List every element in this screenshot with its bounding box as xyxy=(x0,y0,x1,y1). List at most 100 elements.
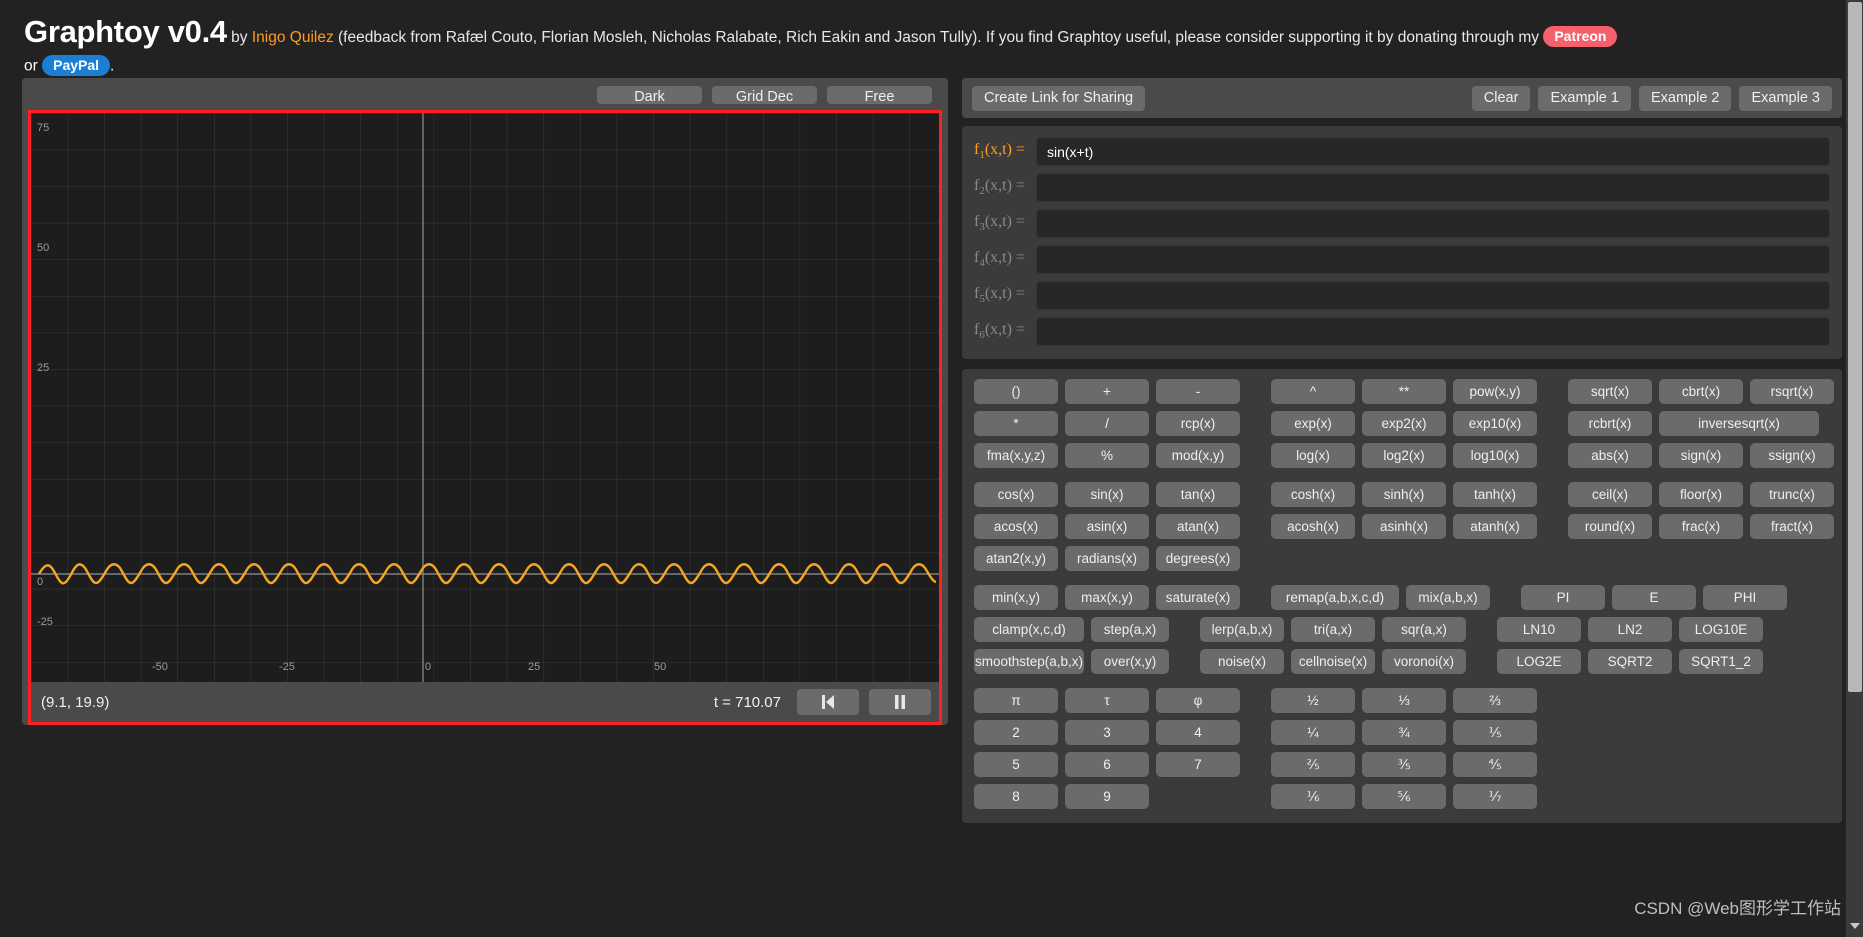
paypal-button[interactable]: PayPal xyxy=(42,54,111,76)
keypad-button-lerpabx[interactable]: lerp(a,b,x) xyxy=(1200,617,1284,642)
keypad-button-[interactable]: ½ xyxy=(1271,688,1355,713)
keypad-button-stepax[interactable]: step(a,x) xyxy=(1091,617,1169,642)
keypad-button-SQRT1_2[interactable]: SQRT1_2 xyxy=(1679,649,1763,674)
keypad-button-8[interactable]: 8 xyxy=(974,784,1058,809)
keypad-button-overxy[interactable]: over(x,y) xyxy=(1091,649,1169,674)
pause-button[interactable] xyxy=(869,689,931,715)
keypad-button-sqrtx[interactable]: sqrt(x) xyxy=(1568,379,1652,404)
keypad-button-[interactable]: ⅐ xyxy=(1453,784,1537,809)
author-link[interactable]: Inigo Quilez xyxy=(252,29,334,46)
keypad-button-3[interactable]: 3 xyxy=(1065,720,1149,745)
theme-toggle-button[interactable]: Dark xyxy=(597,86,702,105)
keypad-button-acosx[interactable]: acos(x) xyxy=(974,514,1058,539)
keypad-button-modxy[interactable]: mod(x,y) xyxy=(1156,443,1240,468)
keypad-button-[interactable]: φ xyxy=(1156,688,1240,713)
keypad-button-floorx[interactable]: floor(x) xyxy=(1659,482,1743,507)
keypad-button-sinx[interactable]: sin(x) xyxy=(1065,482,1149,507)
example-2-button[interactable]: Example 2 xyxy=(1638,85,1732,111)
keypad-button-mixabx[interactable]: mix(a,b,x) xyxy=(1406,585,1490,610)
graph-canvas[interactable]: 75 50 25 0 -25 -50 -25 0 25 50 (9.1, 19.… xyxy=(28,110,942,725)
example-3-button[interactable]: Example 3 xyxy=(1739,85,1832,111)
keypad-button-rsqrtx[interactable]: rsqrt(x) xyxy=(1750,379,1834,404)
keypad-button-[interactable]: ⅕ xyxy=(1453,720,1537,745)
keypad-button-truncx[interactable]: trunc(x) xyxy=(1750,482,1834,507)
keypad-button-[interactable]: ⅘ xyxy=(1453,752,1537,777)
keypad-button-[interactable]: ⅔ xyxy=(1453,688,1537,713)
keypad-button-[interactable]: ⅙ xyxy=(1271,784,1355,809)
keypad-button-LOG2E[interactable]: LOG2E xyxy=(1497,649,1581,674)
keypad-button-4[interactable]: 4 xyxy=(1156,720,1240,745)
keypad-button-atan2xy[interactable]: atan2(x,y) xyxy=(974,546,1058,571)
function-input-1[interactable] xyxy=(1036,137,1830,166)
function-input-6[interactable] xyxy=(1036,317,1830,346)
keypad-button-tanhx[interactable]: tanh(x) xyxy=(1453,482,1537,507)
keypad-button-radiansx[interactable]: radians(x) xyxy=(1065,546,1149,571)
keypad-button-cbrtx[interactable]: cbrt(x) xyxy=(1659,379,1743,404)
example-1-button[interactable]: Example 1 xyxy=(1538,85,1631,111)
keypad-button-7[interactable]: 7 xyxy=(1156,752,1240,777)
keypad-button-exp10x[interactable]: exp10(x) xyxy=(1453,411,1537,436)
keypad-button-coshx[interactable]: cosh(x) xyxy=(1271,482,1355,507)
keypad-button-SQRT2[interactable]: SQRT2 xyxy=(1588,649,1672,674)
keypad-button-asinx[interactable]: asin(x) xyxy=(1065,514,1149,539)
keypad-button-atanx[interactable]: atan(x) xyxy=(1156,514,1240,539)
keypad-button-2[interactable]: 2 xyxy=(974,720,1058,745)
grid-mode-button[interactable]: Grid Dec xyxy=(712,86,817,105)
keypad-button-powxy[interactable]: pow(x,y) xyxy=(1453,379,1537,404)
function-input-5[interactable] xyxy=(1036,281,1830,310)
keypad-button-[interactable]: ¼ xyxy=(1271,720,1355,745)
keypad-button-degreesx[interactable]: degrees(x) xyxy=(1156,546,1240,571)
keypad-button-remapabxcd[interactable]: remap(a,b,x,c,d) xyxy=(1271,585,1399,610)
keypad-button-LN2[interactable]: LN2 xyxy=(1588,617,1672,642)
keypad-button-[interactable]: ¾ xyxy=(1362,720,1446,745)
keypad-button-[interactable]: ⅖ xyxy=(1271,752,1355,777)
keypad-button-[interactable]: % xyxy=(1065,443,1149,468)
keypad-button-cosx[interactable]: cos(x) xyxy=(974,482,1058,507)
keypad-button-smoothstepabx[interactable]: smoothstep(a,b,x) xyxy=(974,649,1084,674)
clear-button[interactable]: Clear xyxy=(1471,85,1531,111)
keypad-button-expx[interactable]: exp(x) xyxy=(1271,411,1355,436)
keypad-button-[interactable]: ^ xyxy=(1271,379,1355,404)
keypad-button-sqrax[interactable]: sqr(a,x) xyxy=(1382,617,1466,642)
keypad-button-[interactable]: * xyxy=(974,411,1058,436)
create-link-button[interactable]: Create Link for Sharing xyxy=(972,85,1146,111)
keypad-button-[interactable]: ** xyxy=(1362,379,1446,404)
keypad-button-logx[interactable]: log(x) xyxy=(1271,443,1355,468)
keypad-button-noisex[interactable]: noise(x) xyxy=(1200,649,1284,674)
function-input-3[interactable] xyxy=(1036,209,1830,238)
keypad-button-log10x[interactable]: log10(x) xyxy=(1453,443,1537,468)
keypad-button-signx[interactable]: sign(x) xyxy=(1659,443,1743,468)
keypad-button-log2x[interactable]: log2(x) xyxy=(1362,443,1446,468)
keypad-button-absx[interactable]: abs(x) xyxy=(1568,443,1652,468)
keypad-button-rcbrtx[interactable]: rcbrt(x) xyxy=(1568,411,1652,436)
keypad-button-cellnoisex[interactable]: cellnoise(x) xyxy=(1291,649,1375,674)
keypad-button-[interactable]: ⅓ xyxy=(1362,688,1446,713)
keypad-button-inversesqrtx[interactable]: inversesqrt(x) xyxy=(1659,411,1819,436)
keypad-button-fractx[interactable]: fract(x) xyxy=(1750,514,1834,539)
keypad-button-[interactable]: τ xyxy=(1065,688,1149,713)
keypad-button-6[interactable]: 6 xyxy=(1065,752,1149,777)
patreon-button[interactable]: Patreon xyxy=(1543,26,1618,48)
keypad-button-ceilx[interactable]: ceil(x) xyxy=(1568,482,1652,507)
scroll-down-arrow-icon[interactable] xyxy=(1850,923,1860,929)
keypad-button-[interactable]: + xyxy=(1065,379,1149,404)
keypad-button-minxy[interactable]: min(x,y) xyxy=(974,585,1058,610)
page-scrollbar[interactable] xyxy=(1846,0,1863,937)
keypad-button-LN10[interactable]: LN10 xyxy=(1497,617,1581,642)
keypad-button-rcpx[interactable]: rcp(x) xyxy=(1156,411,1240,436)
keypad-button-PI[interactable]: PI xyxy=(1521,585,1605,610)
keypad-button-fracx[interactable]: frac(x) xyxy=(1659,514,1743,539)
scrollbar-thumb[interactable] xyxy=(1848,2,1862,692)
keypad-button-9[interactable]: 9 xyxy=(1065,784,1149,809)
keypad-button-[interactable]: ⅗ xyxy=(1362,752,1446,777)
keypad-button-LOG10E[interactable]: LOG10E xyxy=(1679,617,1763,642)
aspect-mode-button[interactable]: Free xyxy=(827,86,932,105)
keypad-button-[interactable]: () xyxy=(974,379,1058,404)
keypad-button-[interactable]: / xyxy=(1065,411,1149,436)
function-input-2[interactable] xyxy=(1036,173,1830,202)
keypad-button-fmaxyz[interactable]: fma(x,y,z) xyxy=(974,443,1058,468)
keypad-button-acoshx[interactable]: acosh(x) xyxy=(1271,514,1355,539)
keypad-button-saturatex[interactable]: saturate(x) xyxy=(1156,585,1240,610)
keypad-button-E[interactable]: E xyxy=(1612,585,1696,610)
keypad-button-ssignx[interactable]: ssign(x) xyxy=(1750,443,1834,468)
